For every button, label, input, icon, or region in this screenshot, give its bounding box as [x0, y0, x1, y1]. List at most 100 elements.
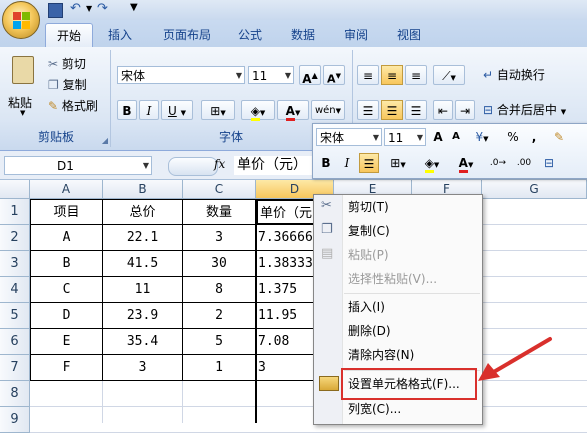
- cell-b1[interactable]: 总价: [103, 199, 183, 225]
- mini-borders-button[interactable]: ⊞▼: [383, 153, 413, 173]
- menu-item-cut[interactable]: 剪切(T): [348, 196, 389, 218]
- menu-item-delete[interactable]: 删除(D): [348, 320, 391, 342]
- cell-b4[interactable]: 11: [103, 277, 183, 303]
- bold-button[interactable]: B: [117, 100, 137, 120]
- insert-function-icon[interactable]: fx: [214, 157, 225, 171]
- format-painter-button[interactable]: ✎ 格式刷: [48, 96, 110, 116]
- cell-c1[interactable]: 数量: [183, 199, 256, 225]
- mini-font-select[interactable]: 宋体 ▼: [316, 128, 382, 146]
- align-center-button[interactable]: ☰: [381, 100, 403, 120]
- cell-b5[interactable]: 23.9: [103, 303, 183, 329]
- tab-home[interactable]: 开始: [45, 23, 93, 48]
- fill-color-button[interactable]: ◈▼: [241, 100, 275, 121]
- shrink-font-button[interactable]: A▼: [323, 65, 345, 86]
- mini-fill-color-button[interactable]: ◈▼: [417, 153, 447, 173]
- customize-qat-icon[interactable]: ▼: [130, 2, 138, 13]
- mini-percent-button[interactable]: %: [505, 127, 521, 147]
- column-header-b[interactable]: B: [103, 180, 183, 199]
- menu-item-insert[interactable]: 插入(I): [348, 296, 385, 318]
- wrap-text-button[interactable]: ↵ 自动换行: [483, 65, 583, 85]
- cell-b7[interactable]: 3: [103, 355, 183, 381]
- font-name-select[interactable]: 宋体 ▼: [117, 66, 245, 84]
- tab-insert[interactable]: 插入: [100, 25, 140, 45]
- save-icon[interactable]: [48, 3, 63, 18]
- row-header-8[interactable]: 8: [0, 381, 30, 407]
- cell-c6[interactable]: 5: [183, 329, 256, 355]
- column-header-g[interactable]: G: [482, 180, 587, 199]
- menu-item-column-width[interactable]: 列宽(C)...: [348, 398, 401, 420]
- mini-merge-button[interactable]: ⊟: [539, 153, 559, 173]
- font-color-button[interactable]: A▼: [277, 100, 309, 121]
- tab-page-layout[interactable]: 页面布局: [152, 25, 222, 45]
- cell-a5[interactable]: D: [30, 303, 103, 329]
- cell-c2[interactable]: 3: [183, 225, 256, 251]
- undo-dropdown-icon[interactable]: ▼: [86, 4, 92, 13]
- phonetic-button[interactable]: wén▼: [311, 100, 345, 120]
- cell-a6[interactable]: E: [30, 329, 103, 355]
- paste-button[interactable]: 粘贴 ▼: [6, 54, 40, 117]
- cell-a3[interactable]: B: [30, 251, 103, 277]
- row-header-3[interactable]: 3: [0, 251, 30, 277]
- cell-b6[interactable]: 35.4: [103, 329, 183, 355]
- align-bottom-button[interactable]: ≡: [405, 65, 427, 85]
- align-right-button[interactable]: ☰: [405, 100, 427, 120]
- cell-c3[interactable]: 30: [183, 251, 256, 277]
- orientation-button[interactable]: ⟋▼: [433, 65, 465, 85]
- mini-format-painter-button[interactable]: ✎: [549, 127, 569, 147]
- mini-italic-button[interactable]: I: [339, 153, 355, 173]
- cell-b2[interactable]: 22.1: [103, 225, 183, 251]
- tab-formulas[interactable]: 公式: [230, 25, 270, 45]
- mini-increase-decimal-button[interactable]: .0→: [487, 153, 509, 173]
- cell-a1[interactable]: 项目: [30, 199, 103, 225]
- cell-c5[interactable]: 2: [183, 303, 256, 329]
- paste-dropdown-icon[interactable]: ▼: [20, 109, 25, 117]
- mini-size-select[interactable]: 11 ▼: [384, 128, 426, 146]
- menu-item-copy[interactable]: 复制(C): [348, 220, 390, 242]
- row-header-6[interactable]: 6: [0, 329, 30, 355]
- name-box[interactable]: D1 ▼: [4, 156, 152, 175]
- row-header-7[interactable]: 7: [0, 355, 30, 381]
- mini-shrink-font-button[interactable]: A: [448, 127, 464, 147]
- cell-a7[interactable]: F: [30, 355, 103, 381]
- cell-c7[interactable]: 1: [183, 355, 256, 381]
- tab-view[interactable]: 视图: [389, 25, 429, 45]
- mini-bold-button[interactable]: B: [317, 153, 335, 173]
- select-all-corner[interactable]: [0, 180, 30, 199]
- menu-item-clear-contents[interactable]: 清除内容(N): [348, 344, 414, 366]
- font-size-select[interactable]: 11 ▼: [248, 66, 294, 84]
- grow-font-button[interactable]: A▲: [299, 65, 321, 86]
- formula-input[interactable]: 单价（元）: [234, 156, 314, 175]
- column-header-c[interactable]: C: [183, 180, 256, 199]
- copy-button[interactable]: ❐ 复制: [48, 75, 108, 95]
- cell-a4[interactable]: C: [30, 277, 103, 303]
- cell-a2[interactable]: A: [30, 225, 103, 251]
- merge-center-button[interactable]: ⊟ 合并后居中 ▼: [483, 100, 587, 120]
- mini-center-button[interactable]: ☰: [359, 153, 379, 173]
- row-header-2[interactable]: 2: [0, 225, 30, 251]
- undo-icon[interactable]: ↶: [70, 1, 81, 16]
- row-header-1[interactable]: 1: [0, 199, 30, 225]
- increase-indent-button[interactable]: ⇥: [455, 100, 475, 120]
- redo-icon[interactable]: ↷: [97, 1, 108, 16]
- row-header-9[interactable]: 9: [0, 407, 30, 433]
- office-button[interactable]: [2, 1, 40, 39]
- cut-button[interactable]: ✂ 剪切: [48, 54, 108, 74]
- mini-decrease-decimal-button[interactable]: .00: [513, 153, 535, 173]
- mini-accounting-button[interactable]: ¥▼: [469, 127, 495, 147]
- cell-b3[interactable]: 41.5: [103, 251, 183, 277]
- dialog-launcher-icon[interactable]: ◢: [102, 136, 108, 145]
- mini-comma-button[interactable]: ,: [527, 127, 541, 147]
- mini-font-color-button[interactable]: A▼: [451, 153, 481, 173]
- cell-c4[interactable]: 8: [183, 277, 256, 303]
- decrease-indent-button[interactable]: ⇤: [433, 100, 453, 120]
- mini-grow-font-button[interactable]: A: [429, 127, 447, 147]
- italic-button[interactable]: I: [139, 100, 159, 120]
- row-header-4[interactable]: 4: [0, 277, 30, 303]
- column-header-a[interactable]: A: [30, 180, 103, 199]
- borders-button[interactable]: ⊞▼: [201, 100, 235, 120]
- underline-button[interactable]: U ▼: [161, 100, 193, 120]
- row-header-5[interactable]: 5: [0, 303, 30, 329]
- tab-data[interactable]: 数据: [283, 25, 323, 45]
- tab-review[interactable]: 审阅: [336, 25, 376, 45]
- align-middle-button[interactable]: ≡: [381, 65, 403, 85]
